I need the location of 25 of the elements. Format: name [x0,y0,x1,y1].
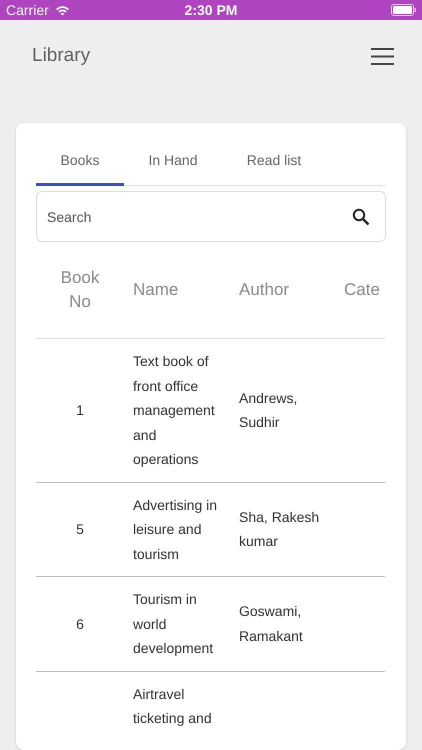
column-header: Name [132,279,180,301]
menu-icon[interactable] [371,48,394,64]
battery-icon [391,4,416,16]
author-cell-text: Andrews, Sudhir [238,388,298,432]
book-name-cell-text: Advertising in leisure and tourism [132,496,218,564]
app-title: Library [32,44,90,68]
wifi-icon [54,4,70,16]
search-field[interactable]: Search [36,191,386,242]
book-number-cell-text: 6 [75,614,85,634]
book-name-cell-text: Tourism in world development [132,590,214,658]
book-name-cell-text: Airtravel ticketing and [132,684,213,728]
clock-time: 2:30 PM [184,0,238,20]
author-cell-text: Goswami, Ramakant [238,602,304,646]
book-number-cell-text: 5 [75,520,85,539]
carrier-label: Carrier [6,0,49,20]
column-header: Author [238,279,290,301]
column-header: Book No [60,267,100,313]
tab[interactable]: Read list [222,138,326,186]
tab[interactable]: In Hand [124,138,222,186]
book-name-cell-text: Text book of front office management and operations [132,352,216,469]
column-header: Cate [343,279,381,301]
author-cell-text: Sha, Rakesh kumar [238,508,320,552]
tab[interactable]: Books [36,138,124,186]
search-icon[interactable] [352,208,370,226]
book-number-cell-text: 1 [75,401,85,420]
